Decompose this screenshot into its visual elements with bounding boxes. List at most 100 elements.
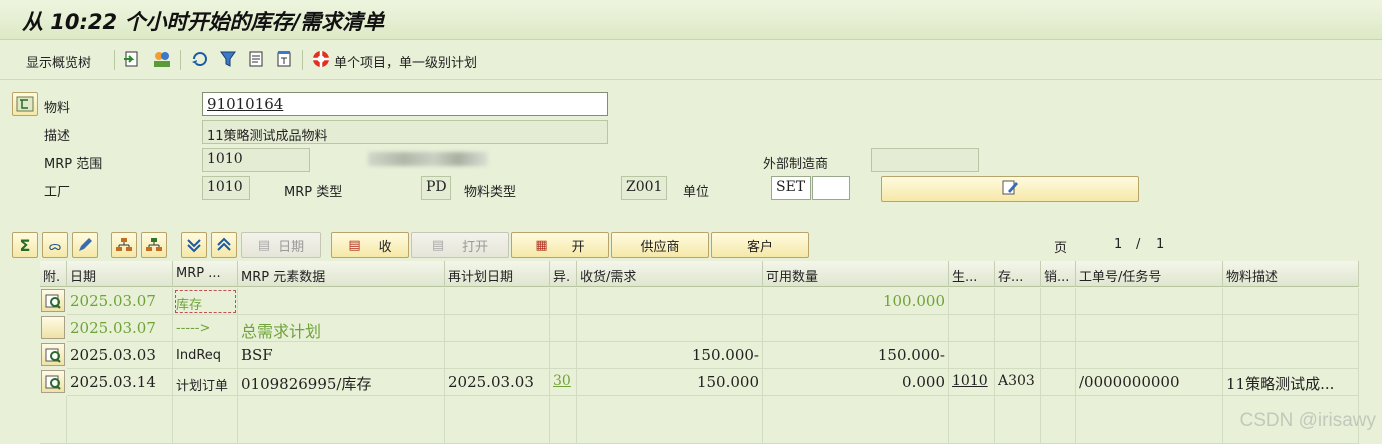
row-exception-link[interactable]: 30 xyxy=(550,369,577,396)
toolbar-separator xyxy=(114,50,115,70)
material-tree-icon[interactable] xyxy=(12,92,38,116)
row-order-number xyxy=(1076,288,1223,315)
toolbar-separator xyxy=(302,50,303,70)
unit-field: SET xyxy=(771,176,811,200)
row-element-data: BSF xyxy=(238,342,445,369)
column-header[interactable]: 可用数量 xyxy=(763,261,949,287)
column-header[interactable]: 存... xyxy=(995,261,1041,287)
single-item-plan-button[interactable]: 单个项目，单一级别计划 xyxy=(334,52,477,71)
column-header[interactable]: 生... xyxy=(949,261,995,287)
refresh-icon[interactable] xyxy=(190,49,210,69)
stock-requirements-table: 附. 日期 MRP ... MRP 元素数据 再计划日期 异. 收货/需求 可用… xyxy=(12,261,1359,444)
glasses-icon[interactable]: ᯅ xyxy=(42,232,68,258)
row-blank-icon xyxy=(41,316,65,339)
row-reschedule-date xyxy=(445,342,550,369)
row-mrp-element: 计划订单 xyxy=(173,369,238,396)
print-icon[interactable] xyxy=(246,49,266,69)
row-production xyxy=(949,342,995,369)
column-header[interactable]: MRP 元素数据 xyxy=(238,261,445,287)
row-exception xyxy=(550,315,577,342)
row-sales xyxy=(1041,369,1076,396)
mrp-type-label: MRP 类型 xyxy=(284,185,343,200)
row-mrp-element[interactable]: 库存 xyxy=(173,288,238,315)
filter-icon[interactable] xyxy=(218,49,238,69)
row-sales xyxy=(1041,342,1076,369)
row-material-desc xyxy=(1223,342,1359,369)
document-icon[interactable] xyxy=(274,49,294,69)
row-production xyxy=(949,288,995,315)
row-date: 2025.03.07 xyxy=(67,315,173,342)
description-label: 描述 xyxy=(44,129,71,144)
row-production xyxy=(949,315,995,342)
row-detail-icon[interactable] xyxy=(41,370,65,393)
collapse-icon[interactable] xyxy=(181,232,207,258)
column-header[interactable]: 再计划日期 xyxy=(445,261,550,287)
unit-label: 单位 xyxy=(683,185,710,200)
plant-field: 1010 xyxy=(202,176,250,200)
row-receipt-requirement xyxy=(577,315,763,342)
material-type-label: 物料类型 xyxy=(464,185,517,200)
edit-button[interactable] xyxy=(881,176,1139,202)
page-label: 页 xyxy=(1054,241,1068,256)
open-button[interactable]: ▦ 开 xyxy=(511,232,609,258)
blurred-text xyxy=(368,152,488,166)
pencil-icon[interactable] xyxy=(72,232,98,258)
mrp-area-field: 1010 xyxy=(202,148,310,172)
receipt-button-label: 收 xyxy=(378,239,392,255)
row-mrp-element: IndReq xyxy=(173,342,238,369)
material-input[interactable]: 91010164 xyxy=(202,92,608,116)
calendar-icon: ▦ xyxy=(535,237,548,253)
column-header[interactable]: 收货/需求 xyxy=(577,261,763,287)
row-exception xyxy=(550,342,577,369)
row-storage xyxy=(995,288,1041,315)
column-header[interactable]: 工单号/任务号 xyxy=(1076,261,1223,287)
column-header[interactable]: 日期 xyxy=(67,261,173,287)
row-production-link[interactable]: 1010 xyxy=(949,369,995,396)
unit-extra-field[interactable] xyxy=(812,176,850,200)
row-receipt-requirement xyxy=(577,288,763,315)
row-receipt-requirement: 150.000 xyxy=(577,369,763,396)
open-icon: ▤ xyxy=(431,237,445,253)
row-sales xyxy=(1041,288,1076,315)
receipt-button[interactable]: ▤ 收 xyxy=(331,232,409,258)
row-reschedule-date xyxy=(445,288,550,315)
row-element-data: 0109826995/库存 xyxy=(238,369,445,396)
page-total: 1 xyxy=(1156,237,1165,252)
column-header[interactable]: 物料描述 xyxy=(1223,261,1359,287)
overview-tree-button[interactable]: 显示概览树 xyxy=(26,52,91,71)
people-icon[interactable] xyxy=(152,49,172,69)
row-date: 2025.03.14 xyxy=(67,369,173,396)
lifebuoy-icon[interactable] xyxy=(311,49,331,69)
hierarchy-up-icon[interactable] xyxy=(111,232,137,258)
column-header[interactable]: MRP ... xyxy=(173,261,238,287)
row-material-desc xyxy=(1223,315,1359,342)
receipt-icon: ▤ xyxy=(348,237,361,253)
row-date: 2025.03.03 xyxy=(67,342,173,369)
empty-cell xyxy=(1076,396,1223,444)
export-icon[interactable] xyxy=(122,49,142,69)
hierarchy-down-icon[interactable] xyxy=(141,232,167,258)
expand-icon[interactable] xyxy=(211,232,237,258)
empty-cell xyxy=(1041,396,1076,444)
external-manufacturer-field xyxy=(871,148,979,172)
row-reschedule-date xyxy=(445,315,550,342)
customer-button[interactable]: 客户 xyxy=(711,232,809,258)
open-button-label: 打开 xyxy=(462,239,489,255)
sum-icon[interactable]: Σ xyxy=(12,232,38,258)
row-mrp-element: -----> xyxy=(173,315,238,342)
row-detail-icon[interactable] xyxy=(41,343,65,366)
supplier-button[interactable]: 供应商 xyxy=(611,232,709,258)
row-available-qty xyxy=(763,315,949,342)
title-bar: 从 10:22 个小时开始的库存/需求清单 xyxy=(0,0,1382,40)
date-button: ▤ 日期 xyxy=(241,232,321,258)
column-header[interactable]: 销... xyxy=(1041,261,1076,287)
date-icon: ▤ xyxy=(257,237,271,253)
row-detail-icon[interactable] xyxy=(41,289,65,312)
row-element-data xyxy=(238,288,445,315)
row-material-desc: 11策略测试成... xyxy=(1223,369,1359,396)
column-header[interactable]: 异. xyxy=(550,261,577,287)
row-reschedule-date: 2025.03.03 xyxy=(445,369,550,396)
column-header[interactable]: 附. xyxy=(40,261,67,287)
description-field: 11策略测试成品物料 xyxy=(202,120,608,144)
page-separator: / xyxy=(1136,237,1141,252)
